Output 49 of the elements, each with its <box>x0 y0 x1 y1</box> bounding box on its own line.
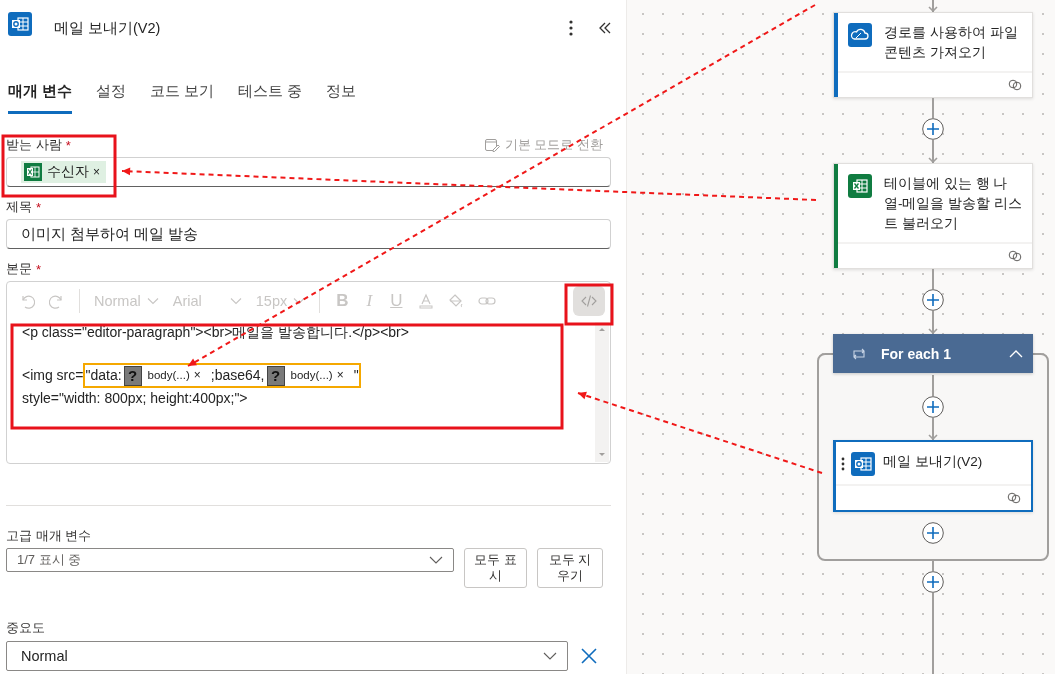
parameters-dropdown[interactable]: 1/7 표시 중 <box>6 548 454 572</box>
code-text: "data: <box>85 366 122 385</box>
token-label: body(...) <box>290 368 333 383</box>
unknown-icon: ? <box>266 365 285 386</box>
loop-title: For each 1 <box>881 345 952 362</box>
importance-dropdown[interactable]: Normal <box>6 641 568 671</box>
tab[interactable]: 테스트 중 <box>238 80 303 114</box>
panel-title: 메일 보내기(V2) <box>54 18 161 38</box>
field-label: 본문 <box>6 260 32 278</box>
field-label: 받는 사람 <box>6 136 62 154</box>
dropdown-value: 15px <box>255 293 288 309</box>
token-label: body(...) <box>147 368 190 383</box>
remove-icon[interactable]: × <box>93 165 100 179</box>
action-card[interactable]: 메일 보내기(V2) <box>833 440 1033 512</box>
show-all-button[interactable]: 모두 표시 <box>464 548 527 588</box>
code-text: <img src= <box>22 367 84 383</box>
field-label: 중요도 <box>6 620 45 635</box>
code-text: " <box>353 366 359 385</box>
unknown-icon: ? <box>123 365 142 386</box>
token-chip[interactable]: 수신자 × <box>21 161 106 183</box>
dropdown-value: Arial <box>172 293 202 309</box>
required-mark: * <box>36 199 42 215</box>
dropdown-value: Normal <box>20 648 68 664</box>
action-card[interactable]: 경로를 사용하여 파일 콘텐츠 가져오기 <box>833 12 1033 98</box>
dropdown-value: 1/7 표시 중 <box>17 551 82 569</box>
code-text: ;base64, <box>210 366 265 385</box>
remove-icon[interactable]: × <box>336 365 344 386</box>
code-text: <p class="editor-paragraph"><br>메일을 발송합니다.</p><br> <box>22 324 409 340</box>
tab[interactable]: 코드 보기 <box>150 80 215 114</box>
recipient-field[interactable]: 수신자 × <box>6 157 611 187</box>
remove-icon[interactable]: × <box>193 365 201 386</box>
card-title: 테이블에 있는 행 나열-메일을 발송할 리스트 불러오기 <box>884 175 1023 233</box>
card-title: 경로를 사용하여 파일 콘텐츠 가져오기 <box>884 24 1019 62</box>
loop-header[interactable]: For each 1 <box>833 334 1033 373</box>
clear-all-button[interactable]: 모두 지우기 <box>537 548 603 588</box>
action-card[interactable]: 테이블에 있는 행 나열-메일을 발송할 리스트 불러오기 <box>833 163 1033 269</box>
token-label: 수신자 <box>47 163 89 181</box>
required-mark: * <box>65 137 71 153</box>
code-text: 400px;"> <box>192 390 248 406</box>
dropdown-value: Normal <box>94 293 141 309</box>
tab[interactable]: 매개 변수 <box>8 80 73 114</box>
code-text: style="width: 800px; height: <box>22 390 193 406</box>
tab[interactable]: 정보 <box>326 80 357 114</box>
field-label: 고급 매개 변수 <box>6 528 92 543</box>
card-title: 메일 보내기(V2) <box>883 453 984 471</box>
subject-field[interactable]: 이미지 첨부하여 메일 발송 <box>6 219 611 249</box>
tab[interactable]: 설정 <box>96 80 127 114</box>
field-label: 제목 <box>6 198 32 216</box>
required-mark: * <box>36 261 42 277</box>
